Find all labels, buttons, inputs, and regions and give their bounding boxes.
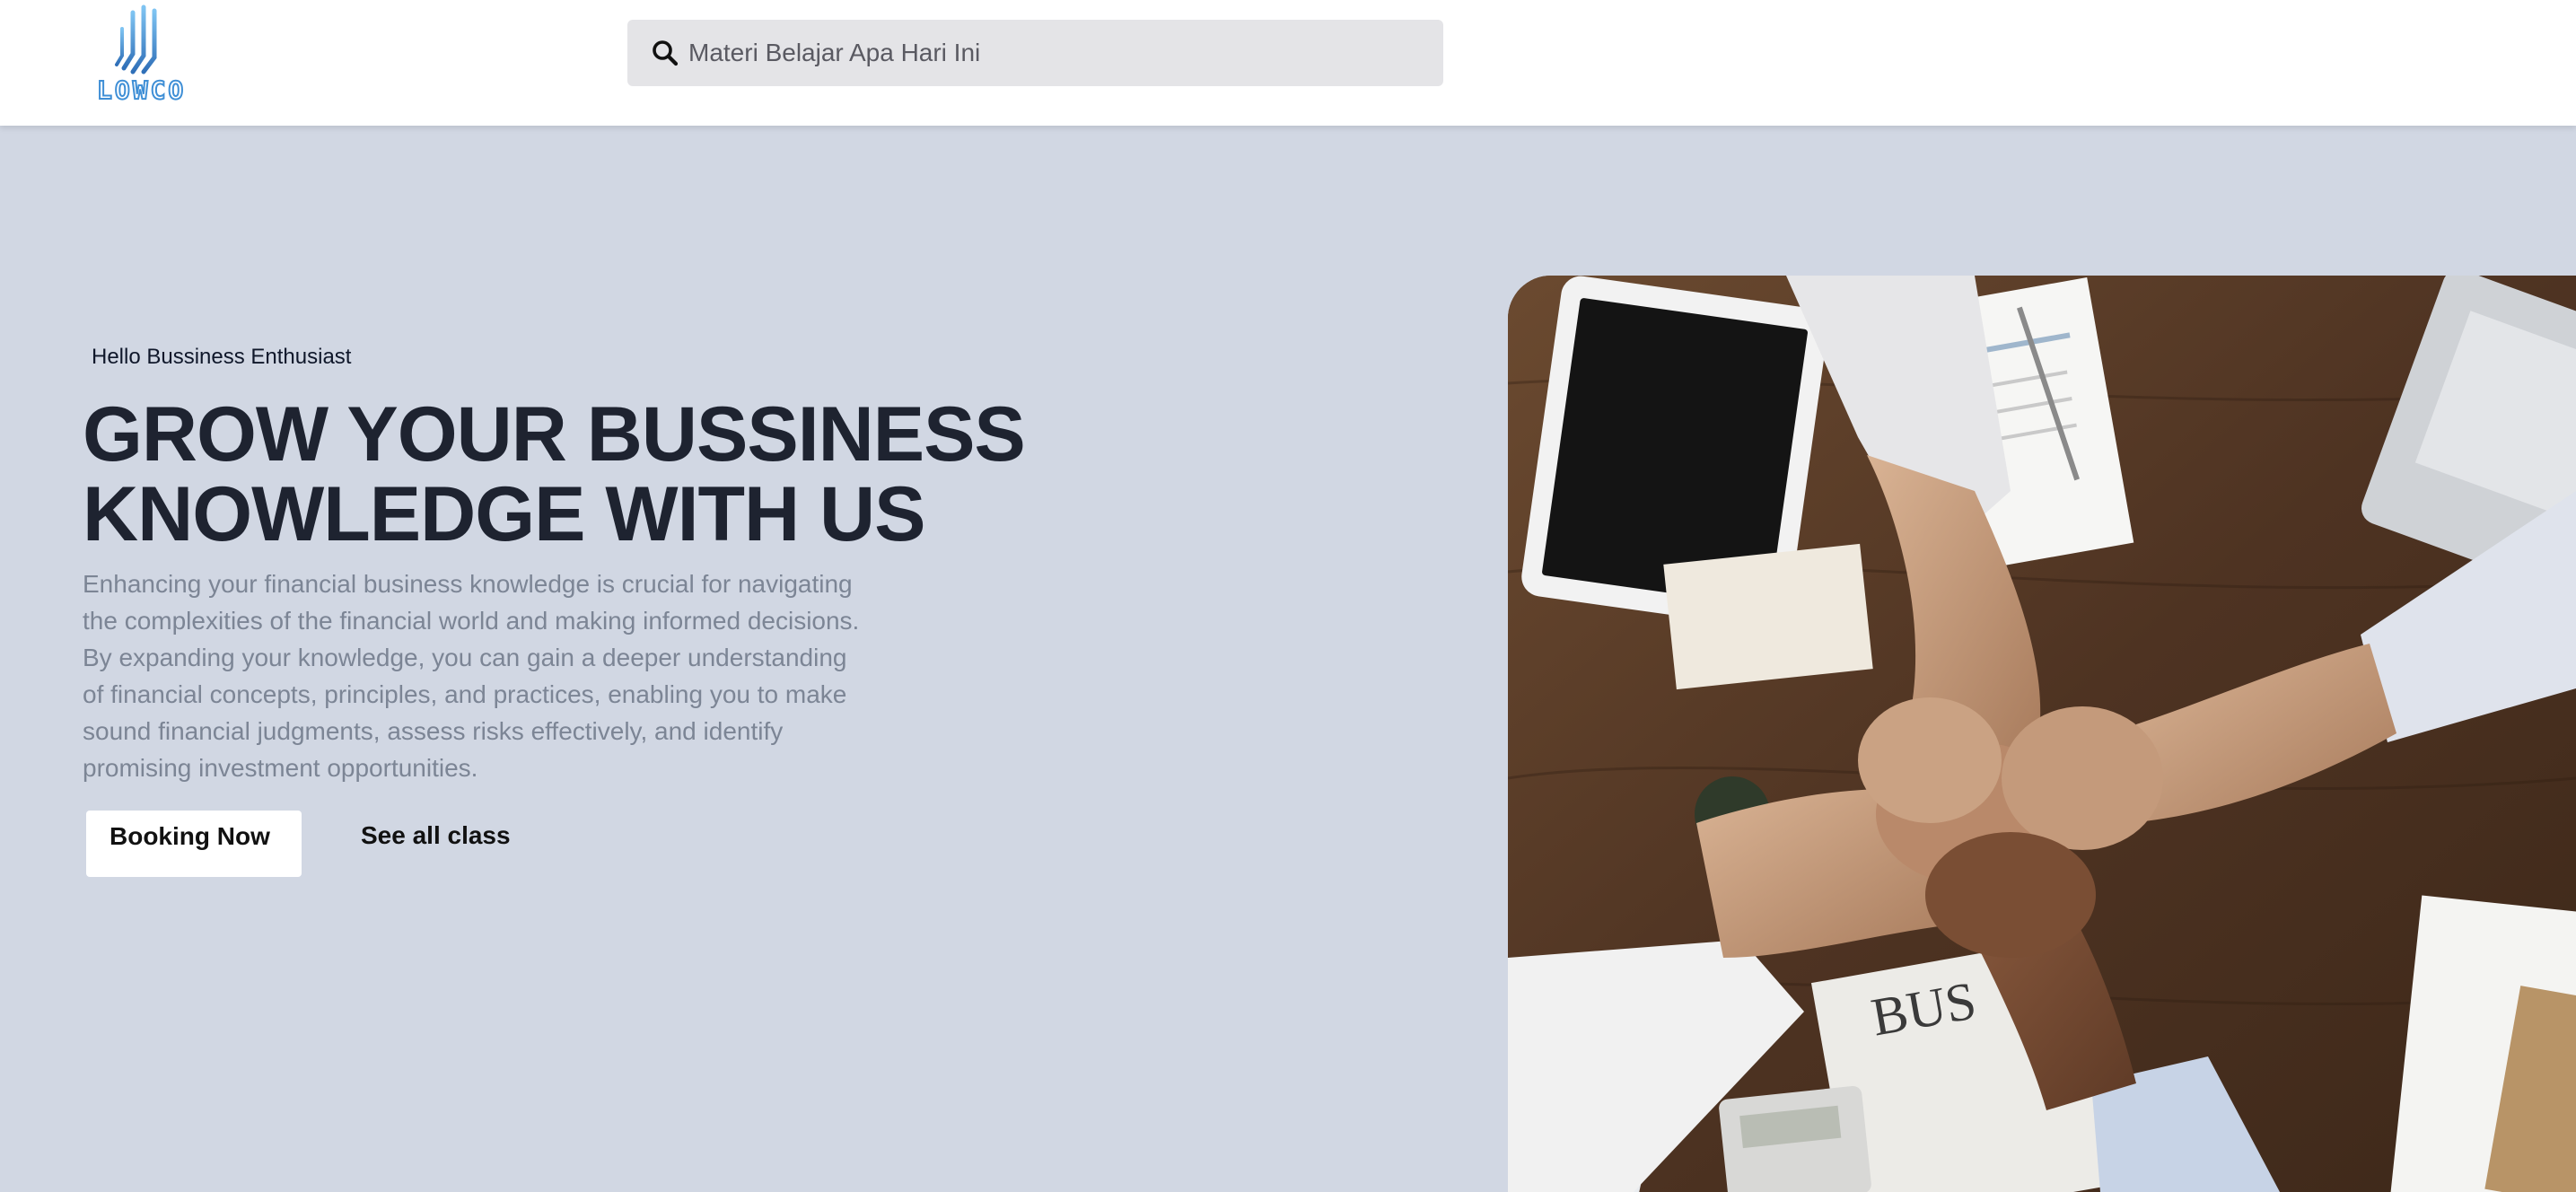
- booking-now-button[interactable]: Booking Now: [86, 811, 302, 877]
- search-icon: [653, 40, 679, 66]
- brand-logo[interactable]: LOWCO: [96, 2, 187, 106]
- hero-headline-line-2: KNOWLEDGE WITH US: [83, 471, 926, 557]
- teamwork-photo: BUS: [1508, 276, 2576, 1192]
- search-bar[interactable]: [627, 20, 1443, 86]
- logo-mark-icon: [115, 4, 157, 74]
- hero-greeting: Hello Bussiness Enthusiast: [92, 345, 352, 369]
- hero-headline-line-1: GROW YOUR BUSSINESS: [83, 391, 1026, 478]
- see-all-class-link[interactable]: See all class: [361, 821, 511, 850]
- hero-image-teamwork-fists: BUS: [1508, 276, 2576, 1192]
- logo-wordmark: LOWCO: [96, 74, 187, 106]
- hero-description: Enhancing your financial business knowle…: [83, 570, 860, 782]
- hero-headline: GROW YOUR BUSSINESS KNOWLEDGE WITH US: [83, 395, 1070, 555]
- search-input[interactable]: [688, 20, 1424, 86]
- top-navbar: LOWCO: [0, 0, 2576, 126]
